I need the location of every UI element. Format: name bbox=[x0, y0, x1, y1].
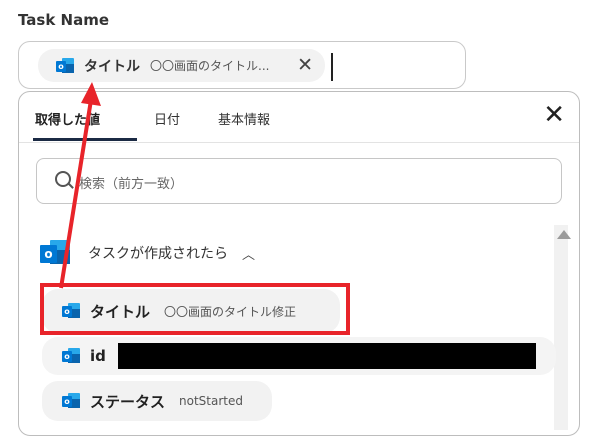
annotation-arrow bbox=[59, 82, 101, 289]
